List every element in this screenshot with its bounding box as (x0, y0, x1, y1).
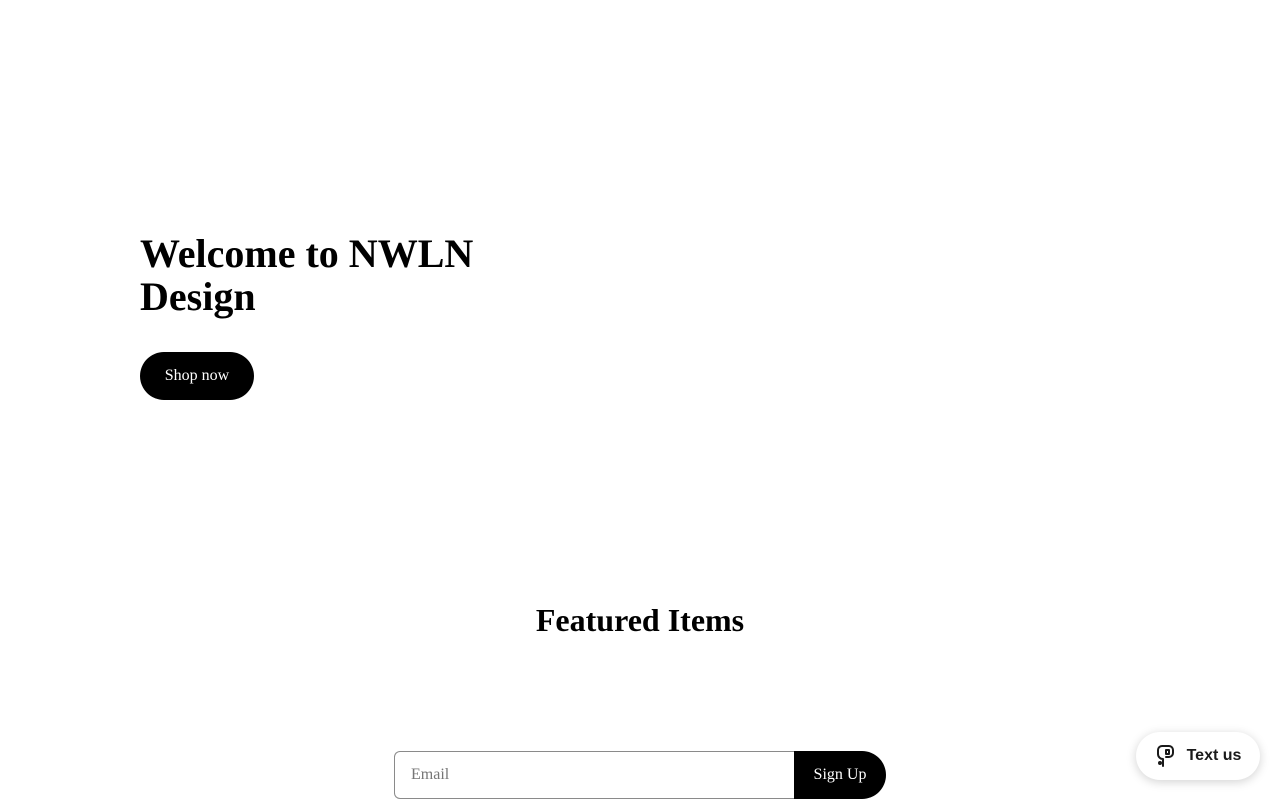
sign-up-button[interactable]: Sign Up (794, 751, 886, 799)
page: Welcome to NWLN Design Shop now Featured… (0, 0, 1280, 800)
email-input[interactable] (394, 751, 794, 799)
featured-items-heading: Featured Items (535, 602, 745, 638)
message-icon (1155, 744, 1177, 768)
newsletter-signup-form: Sign Up (394, 751, 886, 799)
hero-title: Welcome to NWLN Design (140, 232, 560, 318)
text-us-label: Text us (1186, 747, 1242, 764)
hero-section: Welcome to NWLN Design Shop now (140, 232, 560, 400)
hero-title-line-2: Design (140, 274, 256, 319)
hero-title-line-1: Welcome to NWLN (140, 231, 474, 276)
shop-now-button[interactable]: Shop now (140, 352, 254, 400)
text-us-chat-button[interactable]: Text us (1136, 732, 1260, 780)
